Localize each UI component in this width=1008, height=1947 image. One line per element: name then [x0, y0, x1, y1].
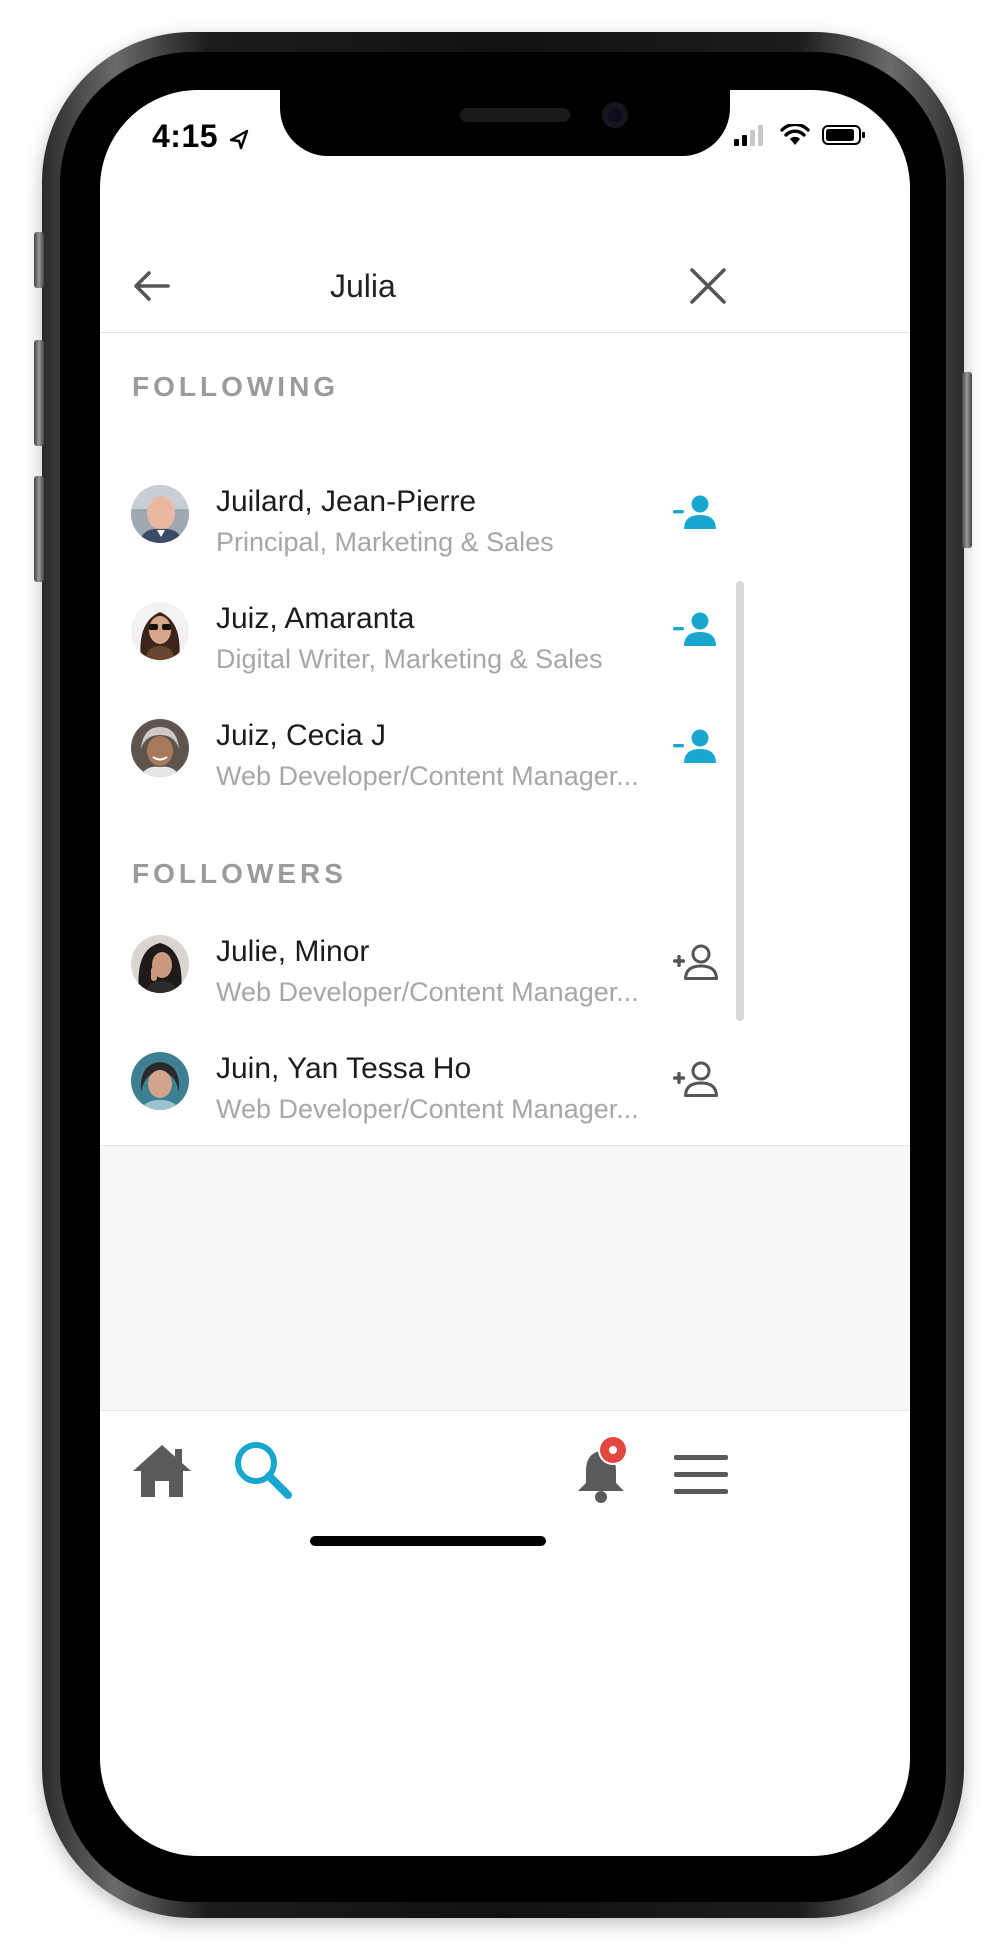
battery-icon: [822, 125, 865, 145]
section-title-followers: FOLLOWERS: [132, 858, 347, 889]
location-arrow-icon: [230, 129, 249, 149]
tab-menu[interactable]: [674, 1455, 728, 1500]
notch: [280, 90, 730, 156]
home-indicator[interactable]: [310, 1536, 546, 1546]
person-minus-icon: [673, 729, 716, 763]
avatar: [131, 602, 189, 660]
person-minus-icon: [673, 612, 716, 646]
phone-side-button: [34, 232, 44, 288]
list-item[interactable]: Julie, Minor Web Developer/Content Manag…: [100, 935, 910, 1045]
person-name: Julie, Minor: [216, 935, 370, 968]
avatar: [131, 485, 189, 543]
person-title: Web Developer/Content Manager...: [216, 761, 639, 791]
speaker: [460, 108, 570, 122]
person-add-icon: [673, 1061, 718, 1097]
follow-button[interactable]: [672, 943, 720, 983]
status-indicators: [734, 124, 866, 146]
camera: [602, 102, 628, 128]
unfollow-button[interactable]: [672, 493, 720, 533]
person-minus-icon: [673, 495, 716, 529]
person-title: Web Developer/Content Manager...: [216, 977, 639, 1007]
section-title-following: FOLLOWING: [132, 371, 340, 402]
list-item[interactable]: Juiz, Amaranta Digital Writer, Marketing…: [100, 602, 910, 712]
search-input[interactable]: Julia: [330, 262, 396, 310]
home-icon: [133, 1445, 191, 1497]
notification-badge: [600, 1437, 626, 1463]
unfollow-button[interactable]: [672, 727, 720, 767]
arrow-left-icon: [134, 271, 170, 301]
clear-search-button[interactable]: [682, 260, 734, 312]
person-name: Juilard, Jean-Pierre: [216, 485, 477, 518]
phone-side-button: [34, 340, 44, 446]
person-name: Juin, Yan Tessa Ho: [216, 1052, 472, 1085]
close-icon: [690, 268, 726, 304]
unfollow-button[interactable]: [672, 610, 720, 650]
results-list[interactable]: FOLLOWING Juilard, Jean-Pierre Principal…: [100, 333, 910, 1145]
menu-icon: [674, 1455, 728, 1494]
back-button[interactable]: [128, 262, 176, 310]
person-name: Juiz, Amaranta: [216, 602, 415, 635]
avatar: [131, 719, 189, 777]
cellular-signal-icon: [734, 125, 763, 146]
person-title: Web Developer/Content Manager...: [216, 1094, 639, 1124]
status-time: 4:15: [152, 118, 249, 155]
search-icon: [235, 1442, 292, 1499]
person-name: Juiz, Cecia J: [216, 719, 387, 752]
tab-search[interactable]: [232, 1439, 294, 1506]
phone-side-button: [962, 372, 972, 548]
person-title: Digital Writer, Marketing & Sales: [216, 644, 603, 674]
tab-home[interactable]: [131, 1443, 193, 1504]
person-title: Principal, Marketing & Sales: [216, 527, 554, 557]
person-add-icon: [673, 944, 718, 980]
list-item[interactable]: Juiz, Cecia J Web Developer/Content Mana…: [100, 719, 910, 829]
avatar: [131, 1052, 189, 1110]
follow-button[interactable]: [672, 1060, 720, 1100]
wifi-icon: [780, 124, 810, 145]
scrollbar[interactable]: [736, 581, 744, 1021]
avatar: [131, 935, 189, 993]
search-header: Julia: [100, 242, 910, 333]
list-item[interactable]: Juilard, Jean-Pierre Principal, Marketin…: [100, 485, 910, 595]
empty-area: [100, 1145, 910, 1411]
screen: 4:15 Julia FOLLOWING Juilard, Jean-Pierr…: [100, 90, 910, 1856]
status-time-text: 4:15: [152, 118, 219, 154]
tab-notifications[interactable]: [574, 1437, 628, 1510]
phone-side-button: [34, 476, 44, 582]
